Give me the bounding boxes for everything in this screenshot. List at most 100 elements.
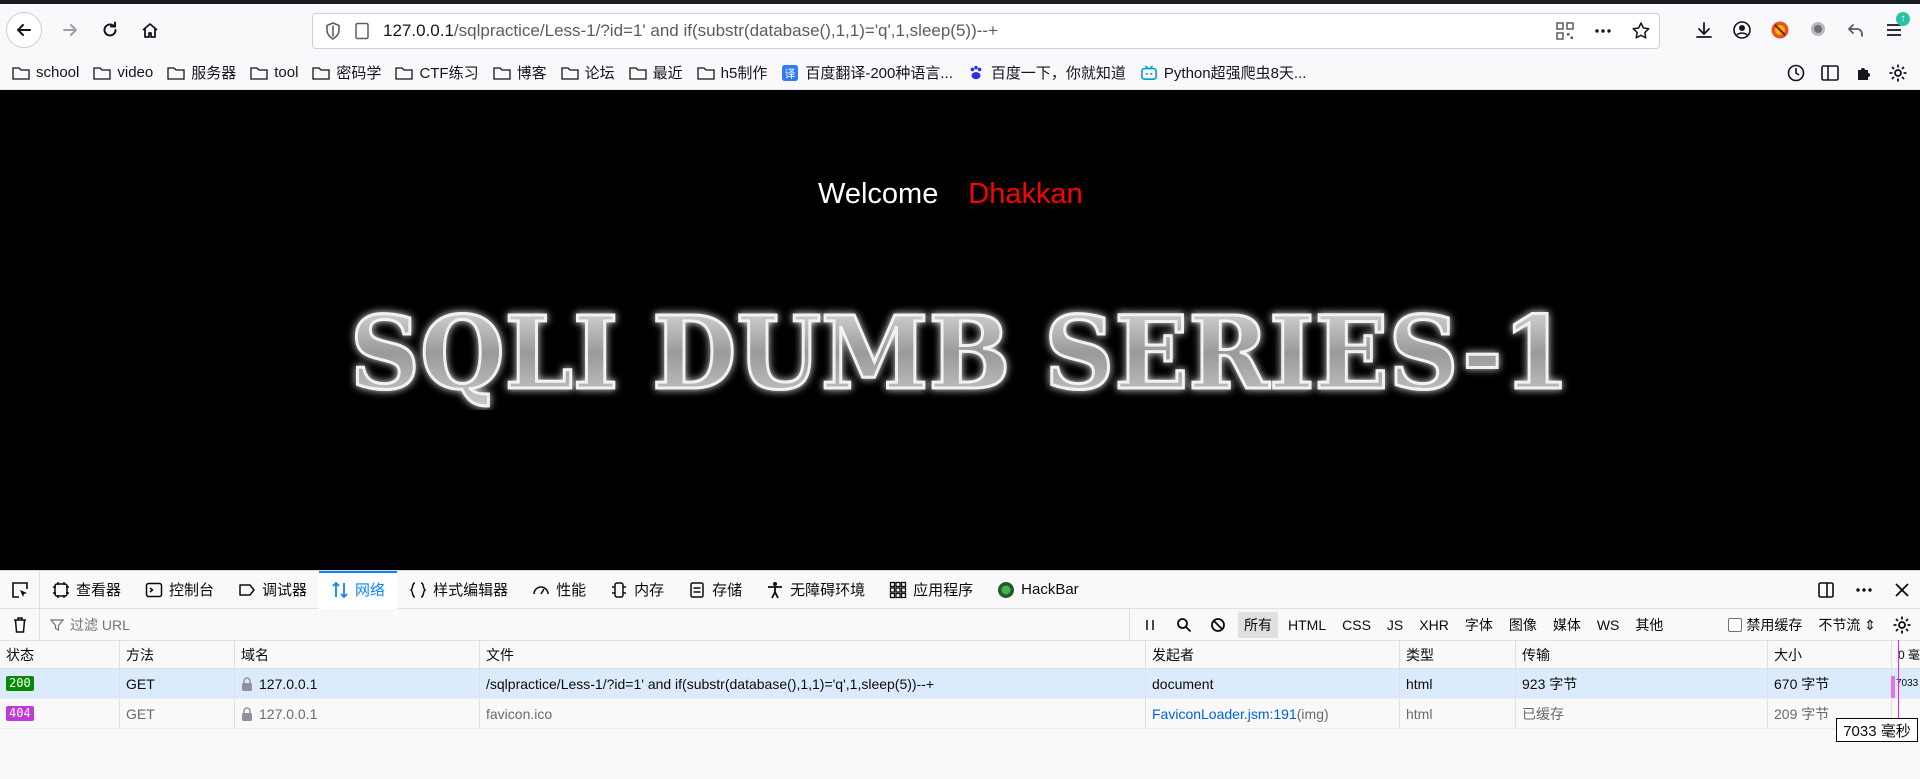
app-menu-button[interactable]: ↑ — [1882, 12, 1910, 42]
bookmark-item[interactable]: h5制作 — [697, 62, 767, 83]
tab-network[interactable]: 网络 — [319, 570, 398, 609]
table-row[interactable]: 200 GET 127.0.0.1 /sqlpractice/Less-1/?i… — [0, 669, 1920, 699]
qr-code-icon[interactable] — [1555, 21, 1575, 41]
pause-icon[interactable] — [1142, 617, 1158, 633]
close-icon[interactable] — [1892, 580, 1912, 600]
col-size[interactable]: 大小 — [1768, 641, 1892, 668]
element-picker-button[interactable] — [0, 570, 40, 609]
bookmark-item[interactable]: 译百度翻译-200种语言... — [781, 62, 953, 83]
network-toolbar: 过滤 URL 所有 HTML CSS JS XHR 字体 图像 媒体 WS 其他… — [0, 608, 1920, 641]
tracking-shield-icon[interactable] — [323, 21, 343, 41]
initiator-link[interactable]: FaviconLoader.jsm:191 — [1152, 706, 1297, 722]
extension-button-3[interactable] — [1844, 18, 1868, 42]
folder-icon — [93, 66, 112, 80]
history-icon[interactable] — [1786, 63, 1806, 83]
domain-text: 127.0.0.1 — [259, 675, 318, 692]
extension-button-1[interactable] — [1768, 18, 1792, 42]
filter-images[interactable]: 图像 — [1503, 612, 1543, 638]
clear-log-button[interactable] — [0, 608, 40, 641]
bookmark-star-icon[interactable] — [1631, 21, 1651, 41]
page-actions-icon[interactable] — [1593, 21, 1613, 41]
bookmark-item[interactable]: CTF练习 — [395, 62, 479, 83]
navigation-bar: 127.0.0.1/sqlpractice/Less-1/?id=1' and … — [0, 4, 1920, 56]
bookmark-item[interactable]: 最近 — [628, 62, 683, 83]
col-file[interactable]: 文件 — [480, 641, 1146, 668]
col-type[interactable]: 类型 — [1400, 641, 1516, 668]
table-row[interactable]: 404 GET 127.0.0.1 favicon.ico FaviconLoa… — [0, 699, 1920, 729]
tab-performance[interactable]: 性能 — [520, 571, 598, 609]
account-button[interactable] — [1730, 18, 1754, 42]
extensions-puzzle-icon[interactable] — [1854, 63, 1874, 83]
forward-button[interactable] — [52, 12, 88, 48]
more-options-icon[interactable] — [1854, 580, 1874, 600]
filter-xhr[interactable]: XHR — [1413, 614, 1455, 636]
throttle-select[interactable]: 不节流 ⇕ — [1818, 615, 1876, 635]
translate-icon: 译 — [782, 64, 799, 81]
bookmark-label: 博客 — [516, 65, 547, 82]
filter-other[interactable]: 其他 — [1629, 612, 1669, 638]
tab-accessibility[interactable]: 无障碍环境 — [754, 571, 877, 609]
bookmark-item[interactable]: school — [12, 64, 79, 81]
dock-side-icon[interactable] — [1816, 580, 1836, 600]
col-status[interactable]: 状态 — [0, 641, 120, 668]
filter-fonts[interactable]: 字体 — [1459, 612, 1499, 638]
filter-js[interactable]: JS — [1381, 614, 1409, 636]
folder-icon — [250, 66, 268, 80]
col-transferred[interactable]: 传输 — [1516, 641, 1768, 668]
home-icon — [142, 23, 158, 38]
tab-debugger[interactable]: 调试器 — [226, 571, 319, 609]
col-initiator[interactable]: 发起者 — [1146, 641, 1400, 668]
bookmark-label: tool — [274, 64, 299, 81]
bookmark-item[interactable]: 百度一下，你就知道 — [967, 62, 1126, 83]
back-button[interactable] — [6, 12, 42, 48]
bookmark-item[interactable]: Python超强爬虫8天... — [1140, 62, 1306, 83]
checkbox-box[interactable] — [1728, 618, 1743, 632]
settings-gear-icon[interactable] — [1888, 63, 1908, 83]
reload-button[interactable] — [92, 12, 128, 48]
file-cell: /sqlpractice/Less-1/?id=1' and if(substr… — [480, 669, 1146, 698]
network-request-table: 状态 方法 域名 文件 发起者 类型 传输 大小 0 毫 200 GET 127… — [0, 641, 1920, 729]
bookmark-item[interactable]: video — [93, 64, 153, 81]
tab-memory[interactable]: 内存 — [598, 571, 676, 609]
bookmark-item[interactable]: 服务器 — [167, 62, 236, 83]
downloads-button[interactable] — [1692, 18, 1716, 42]
filter-funnel-icon — [50, 618, 64, 631]
url-host: 127.0.0.1 — [383, 21, 454, 40]
filter-ws[interactable]: WS — [1591, 614, 1626, 636]
bookmark-item[interactable]: tool — [250, 64, 298, 81]
filter-html[interactable]: HTML — [1282, 614, 1332, 636]
col-waterfall[interactable]: 0 毫 — [1892, 641, 1920, 668]
disable-cache-checkbox[interactable]: 禁用缓存 — [1728, 615, 1802, 635]
address-bar[interactable]: 127.0.0.1/sqlpractice/Less-1/?id=1' and … — [312, 13, 1660, 49]
bookmark-item[interactable]: 论坛 — [560, 62, 615, 83]
bookmark-item[interactable]: 密码学 — [312, 62, 381, 83]
welcome-message: Welcome Dhakkan — [818, 178, 1083, 211]
tab-storage[interactable]: 存储 — [676, 571, 754, 609]
page-info-icon[interactable] — [353, 22, 371, 40]
bookmark-label: 百度翻译-200种语言... — [805, 65, 953, 82]
filter-url-input[interactable]: 过滤 URL — [40, 608, 1130, 641]
block-requests-icon[interactable] — [1210, 617, 1226, 633]
url-path: /sqlpractice/Less-1/?id=1' and if(substr… — [453, 21, 998, 40]
tab-console[interactable]: 控制台 — [133, 571, 226, 609]
filter-media[interactable]: 媒体 — [1547, 612, 1587, 638]
bookmark-item[interactable]: 博客 — [492, 62, 547, 83]
tab-style-editor[interactable]: 样式编辑器 — [397, 571, 520, 609]
tab-hackbar[interactable]: HackBar — [985, 571, 1091, 609]
welcome-text: Welcome — [818, 178, 939, 210]
tab-label: 查看器 — [76, 582, 122, 599]
url-text[interactable]: 127.0.0.1/sqlpractice/Less-1/?id=1' and … — [383, 21, 998, 41]
file-cell: favicon.ico — [480, 699, 1146, 728]
trash-icon — [13, 616, 26, 633]
reader-view-icon[interactable] — [1820, 63, 1840, 83]
home-button[interactable] — [132, 12, 168, 48]
filter-all[interactable]: 所有 — [1238, 611, 1278, 638]
col-method[interactable]: 方法 — [120, 641, 235, 668]
filter-css[interactable]: CSS — [1336, 614, 1377, 636]
search-icon[interactable] — [1176, 617, 1192, 633]
tab-inspector[interactable]: 查看器 — [40, 571, 133, 609]
network-settings-gear-icon[interactable] — [1892, 615, 1912, 635]
extension-button-2[interactable] — [1806, 18, 1830, 42]
col-domain[interactable]: 域名 — [235, 641, 480, 668]
tab-application[interactable]: 应用程序 — [877, 571, 985, 609]
